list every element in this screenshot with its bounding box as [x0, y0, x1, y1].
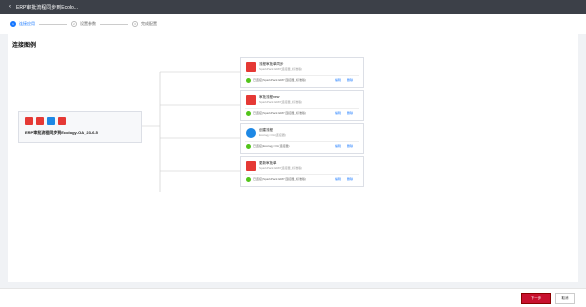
source-logos [25, 117, 66, 125]
delete-link[interactable]: 删除 [347, 144, 353, 148]
target-status: 已连接(SparkPack ERP 连接器_标准版) [253, 111, 306, 115]
next-button[interactable]: 下一步 [521, 293, 551, 304]
step-2-number: 2 [71, 21, 77, 27]
step-3-number: 3 [132, 21, 138, 27]
divider [245, 75, 359, 76]
step-1: 1 连接应用 [10, 21, 35, 27]
target-node-4[interactable]: 更新审批单 SparkPack ERP(连接器_标准版) 已连接(SparkPa… [240, 156, 364, 187]
check-circle-icon [246, 111, 251, 116]
top-bar: ‹ ERP审批流程同步到Ecolo... [0, 0, 586, 14]
step-3: 3 完成配置 [132, 21, 157, 27]
step-3-label: 完成配置 [141, 21, 157, 26]
source-name: ERP审批流程同步到Ecology-OA_23-6-5 [25, 130, 98, 135]
cancel-button[interactable]: 取消 [555, 293, 575, 304]
check-circle-icon [246, 177, 251, 182]
window-title: ERP审批流程同步到Ecolo... [16, 4, 78, 11]
divider [245, 141, 359, 142]
footer-bar: 下一步 取消 [0, 288, 586, 307]
source-node[interactable]: ERP审批流程同步到Ecology-OA_23-6-5 [18, 111, 142, 143]
edit-link[interactable]: 编辑 [335, 177, 341, 181]
delete-link[interactable]: 删除 [347, 78, 353, 82]
check-circle-icon [246, 78, 251, 83]
target-connector: SparkPack ERP(连接器_标准版) [259, 67, 303, 71]
step-2: 2 设置参数 [71, 21, 96, 27]
step-1-label: 连接应用 [19, 21, 35, 26]
step-divider [39, 23, 67, 25]
delete-link[interactable]: 删除 [347, 177, 353, 181]
step-2-label: 设置参数 [80, 21, 96, 26]
check-circle-icon [246, 144, 251, 149]
step-indicator: 1 连接应用 2 设置参数 3 完成配置 [0, 14, 586, 34]
edit-link[interactable]: 编辑 [335, 111, 341, 115]
edit-link[interactable]: 编辑 [335, 78, 341, 82]
target-connector: Ecology OA(连接器) [259, 133, 286, 137]
target-status: 已连接(SparkPack ERP 连接器_标准版) [253, 177, 306, 181]
sparkpack-icon [246, 161, 256, 171]
ecology-icon [246, 128, 256, 138]
app-logo-icon [25, 117, 33, 125]
sparkpack-icon [246, 62, 256, 72]
divider [245, 108, 359, 109]
edit-link[interactable]: 编辑 [335, 144, 341, 148]
app-logo-icon [58, 117, 66, 125]
app-logo-icon [36, 117, 44, 125]
app-logo-icon [47, 117, 55, 125]
divider [245, 174, 359, 175]
sparkpack-icon [246, 95, 256, 105]
target-node-3[interactable]: 创建流程 Ecology OA(连接器) 已连接(Ecology OA 连接器)… [240, 123, 364, 154]
target-connector: SparkPack ERP(连接器_标准版) [259, 100, 303, 104]
delete-link[interactable]: 删除 [347, 111, 353, 115]
target-status: 已连接(SparkPack ERP 连接器_标准版) [253, 78, 306, 82]
target-node-2[interactable]: 审批流程new SparkPack ERP(连接器_标准版) 已连接(Spark… [240, 90, 364, 121]
target-status: 已连接(Ecology OA 连接器) [253, 144, 290, 148]
main-content: 连接图例 ERP审批流程同步到Ecology-OA_23-6-5 流程审批单同步… [8, 34, 578, 282]
chevron-left-icon[interactable]: ‹ [9, 4, 11, 10]
target-node-1[interactable]: 流程审批单同步 SparkPack ERP(连接器_标准版) 已连接(Spark… [240, 57, 364, 88]
step-1-number: 1 [10, 21, 16, 27]
target-connector: SparkPack ERP(连接器_标准版) [259, 166, 303, 170]
step-divider [100, 23, 128, 25]
